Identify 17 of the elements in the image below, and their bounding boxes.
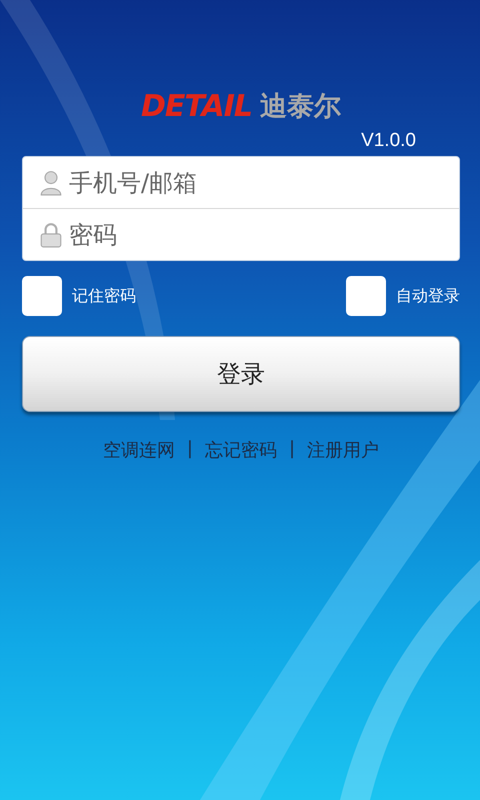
logo-text: 迪泰尔 [260,90,342,124]
text-link[interactable]: 忘记密码 [205,438,277,462]
separator: | [186,438,193,461]
version-label: V1.0.0 [361,130,416,152]
checkbox-label: 记住密码 [72,286,136,306]
logo-text: DETAIL [140,88,252,124]
text-link[interactable]: 注册用户 [307,438,380,462]
text-link[interactable]: 空调连网 [102,438,175,462]
input-field[interactable]: 手机号/邮箱 [67,168,431,198]
input-field[interactable]: 密码 [67,220,431,250]
checkbox[interactable] [346,276,386,316]
login-button[interactable]: 登录 [22,336,460,412]
lock-icon [39,222,63,248]
checkbox[interactable] [22,276,62,316]
checkbox-label: 自动登录 [396,286,460,306]
separator: | [289,438,296,461]
person-icon [39,170,63,196]
